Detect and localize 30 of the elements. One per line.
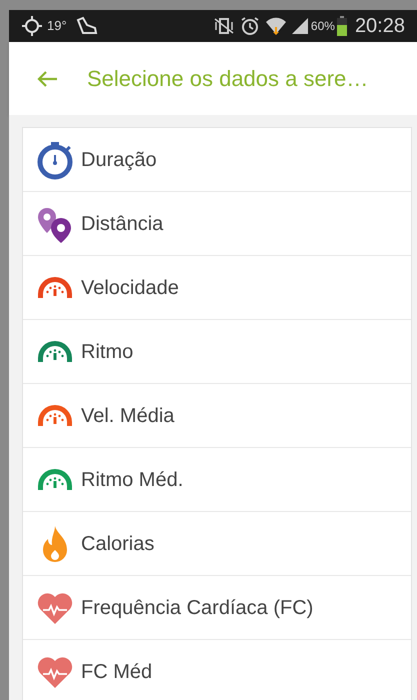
- item-label: Ritmo: [81, 340, 134, 364]
- alarm-clock-icon: [238, 16, 261, 36]
- list-item[interactable]: Distância: [23, 192, 411, 256]
- screen-title: Selecione os dados a sere…: [87, 65, 368, 93]
- vibrate-icon: [212, 17, 235, 35]
- item-label: FC Méd: [81, 660, 152, 684]
- list-item[interactable]: FC Méd: [23, 640, 411, 700]
- list-item[interactable]: Velocidade: [23, 256, 411, 320]
- stopwatch-icon: [35, 140, 75, 180]
- item-label: Ritmo Méd.: [81, 468, 184, 492]
- battery-icon: [336, 16, 347, 36]
- item-label: Vel. Média: [81, 404, 174, 428]
- list-item[interactable]: Ritmo Méd.: [23, 448, 411, 512]
- item-label: Duração: [81, 148, 157, 172]
- item-label: Frequência Cardíaca (FC): [81, 596, 314, 620]
- wifi-icon: [264, 16, 287, 36]
- clock-time: 20:28: [354, 14, 405, 39]
- item-label: Distância: [81, 212, 164, 236]
- temperature-text: 19°: [47, 17, 67, 36]
- list-item[interactable]: Ritmo: [23, 320, 411, 384]
- item-label: Calorias: [81, 532, 154, 556]
- list-item[interactable]: Vel. Média: [23, 384, 411, 448]
- list-item[interactable]: Calorias: [23, 512, 411, 576]
- list-item[interactable]: Duração: [23, 128, 411, 192]
- item-label: Velocidade: [81, 276, 179, 300]
- list-item[interactable]: Frequência Cardíaca (FC): [23, 576, 411, 640]
- signal-icon: [290, 17, 309, 35]
- battery-percentage: 60%: [310, 18, 335, 35]
- back-arrow-icon: [36, 70, 58, 88]
- gps-icon: [21, 15, 43, 37]
